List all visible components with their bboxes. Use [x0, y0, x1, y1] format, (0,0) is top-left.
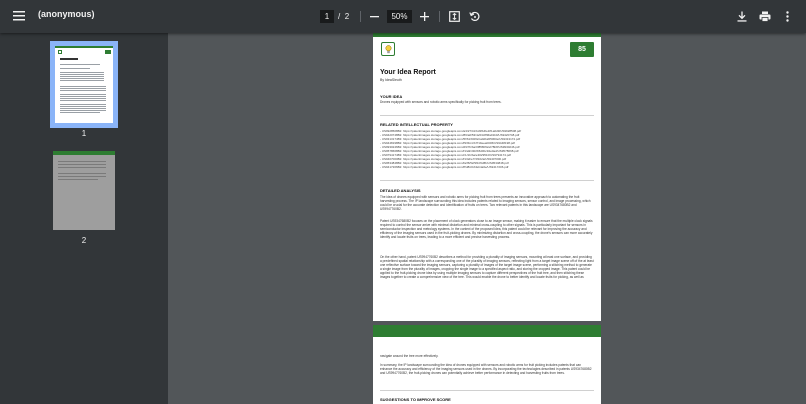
patent-list: - US9928508B2: https://patentimages.stor…	[380, 129, 594, 169]
score-badge: 85	[570, 42, 594, 57]
lightbulb-icon	[381, 42, 395, 56]
thumbnail-image	[55, 46, 113, 123]
total-pages: 2	[344, 12, 350, 21]
continued-text: navigate around the tree more effectivel…	[380, 354, 439, 358]
plus-icon[interactable]	[418, 10, 431, 23]
rotate-icon[interactable]	[467, 9, 481, 23]
thumbnail-sidebar: 1 2	[0, 33, 168, 404]
page-count: / 2	[338, 10, 349, 23]
current-page-input[interactable]: 1	[320, 10, 334, 23]
more-vert-icon[interactable]	[781, 9, 793, 23]
minus-icon[interactable]	[368, 10, 381, 23]
pdf-toolbar: (anonymous) 1 / 2 50%	[0, 0, 806, 33]
thumbnail-page-label: 2	[81, 236, 87, 245]
download-icon[interactable]	[735, 9, 749, 23]
your-idea-heading: YOUR IDEA	[380, 94, 403, 99]
analysis-paragraph: The idea of drones equipped with sensors…	[380, 195, 591, 212]
suggestions-heading: SUGGESTIONS TO IMPROVE SCORE	[380, 397, 451, 402]
analysis-paragraph: On the other hand, patent US9947760B2 de…	[380, 255, 594, 280]
zoom-input[interactable]: 50%	[387, 10, 412, 23]
page-header-bar	[373, 325, 601, 337]
report-title: Your Idea Report	[380, 69, 436, 76]
print-icon[interactable]	[757, 9, 772, 23]
analysis-paragraph: Patent US9347680B2 focuses on the placem…	[380, 219, 593, 240]
section-divider	[380, 390, 594, 391]
thumbnail-page-1[interactable]	[50, 41, 118, 128]
patent-link[interactable]: - US9417206B2: https://patentimages.stor…	[380, 165, 594, 169]
detailed-analysis-heading: DETAILED ANALYSIS	[380, 188, 421, 193]
section-divider	[380, 115, 594, 116]
summary-paragraph: In summary, the IP landscape surrounding…	[380, 363, 592, 376]
page-separator: /	[338, 12, 341, 21]
document-viewer[interactable]: 85 Your Idea Report By IdeaSleuth YOUR I…	[168, 33, 806, 404]
menu-icon[interactable]	[12, 9, 26, 23]
section-divider	[380, 180, 594, 181]
thumbnail-image	[53, 151, 115, 230]
related-ip-heading: RELATED INTELLECTUAL PROPERTY	[380, 122, 453, 127]
your-idea-text: Drones equipped with sensors and robotic…	[380, 100, 502, 104]
thumbnail-page-label: 1	[81, 129, 87, 138]
pdf-page-1: 85 Your Idea Report By IdeaSleuth YOUR I…	[373, 33, 601, 321]
document-title: (anonymous)	[38, 9, 95, 19]
page-header-bar	[373, 33, 601, 37]
toolbar-divider	[360, 11, 361, 22]
fit-page-icon[interactable]	[447, 9, 461, 23]
pdf-page-2: navigate around the tree more effectivel…	[373, 325, 601, 404]
toolbar-divider	[439, 11, 440, 22]
thumbnail-page-2[interactable]	[53, 151, 115, 230]
report-byline: By IdeaSleuth	[380, 78, 402, 82]
